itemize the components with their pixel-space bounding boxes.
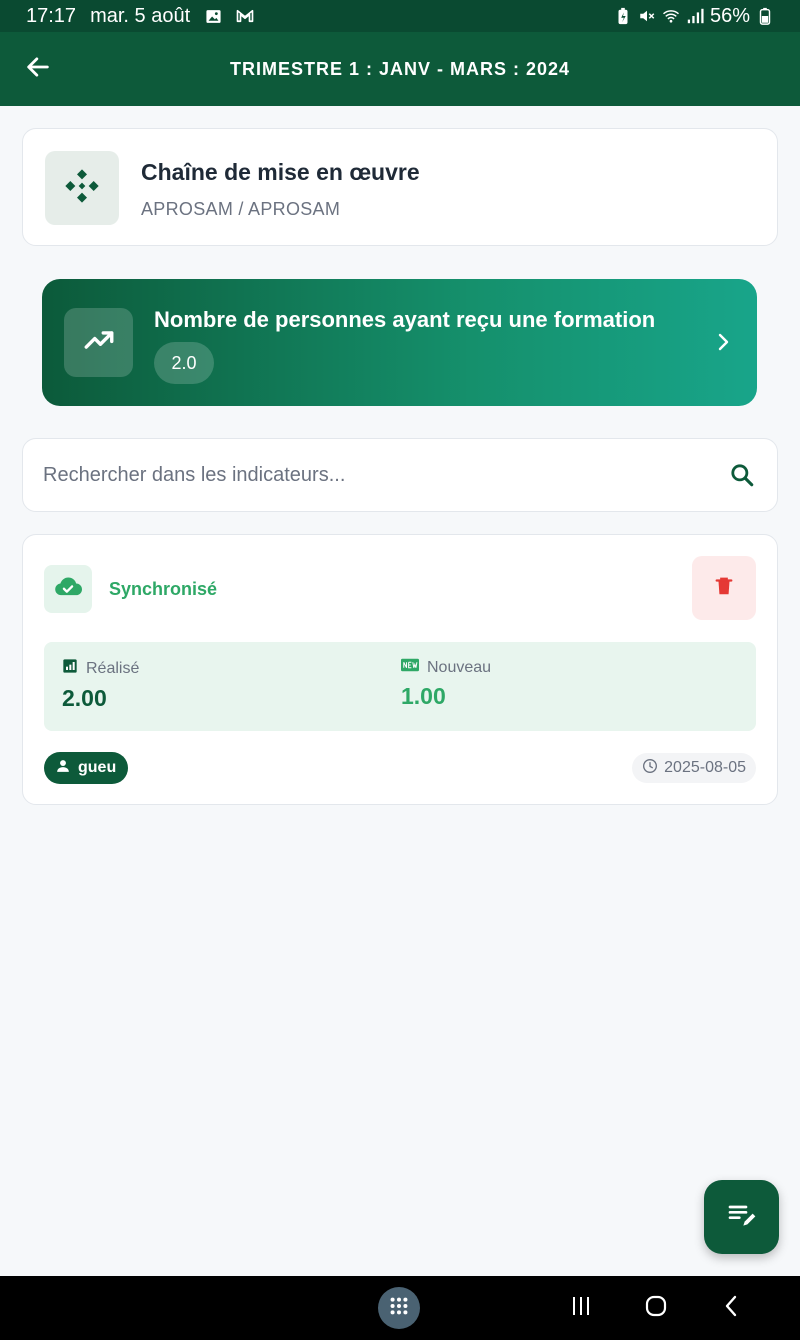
battery-percent: 56%: [709, 4, 750, 27]
chain-icon-container: [45, 151, 119, 225]
realise-label: Réalisé: [86, 659, 140, 677]
sync-status-label: Synchronisé: [109, 579, 218, 599]
arrow-left-icon: [24, 53, 52, 86]
bar-chart-icon: [62, 658, 78, 679]
stat-nouveau: Nouveau 1.00: [401, 658, 491, 710]
nouveau-value: 1.00: [401, 683, 446, 709]
nav-back-button[interactable]: [716, 1292, 748, 1324]
indicator-title: Nombre de personnes ayant reçu une forma…: [154, 307, 656, 332]
chain-card: Chaîne de mise en œuvre APROSAM / APROSA…: [22, 128, 778, 246]
chevron-right-icon: [711, 330, 735, 354]
indicator-value-badge: 2.0: [154, 342, 214, 384]
user-name: gueu: [78, 759, 117, 776]
status-date: mar. 5 août: [90, 4, 191, 27]
entry-date: 2025-08-05: [664, 759, 746, 776]
indicator-icon-container: [64, 308, 133, 377]
wifi-icon: [662, 7, 680, 25]
edit-list-icon: [726, 1199, 758, 1236]
person-icon: [56, 759, 70, 778]
date-chip: 2025-08-05: [632, 753, 756, 783]
clock-icon: [642, 758, 658, 779]
indicator-banner[interactable]: Nombre de personnes ayant reçu une forma…: [42, 279, 757, 406]
chain-title: Chaîne de mise en œuvre: [141, 159, 420, 185]
sync-status-icon-container: [44, 565, 92, 613]
app-bar: TRIMESTRE 1 : JANV - MARS : 2024: [0, 32, 800, 106]
home-button[interactable]: [640, 1292, 672, 1324]
battery-saver-icon: [614, 7, 632, 25]
cloud-check-icon: [54, 573, 82, 606]
stats-panel: Réalisé 2.00 Nouveau 1.00: [44, 642, 756, 731]
diamond-arrows-icon: [62, 166, 102, 211]
stat-realise: Réalisé 2.00: [62, 658, 139, 712]
search-icon[interactable]: [727, 460, 757, 490]
delete-button[interactable]: [692, 556, 756, 620]
chain-subtitle: APROSAM / APROSAM: [141, 199, 341, 219]
edit-fab-button[interactable]: [704, 1180, 779, 1254]
mute-icon: [638, 7, 656, 25]
recents-icon: [569, 1294, 593, 1323]
back-button[interactable]: [22, 53, 54, 85]
system-nav-bar: [0, 1276, 800, 1340]
home-icon: [644, 1294, 668, 1323]
status-bar: 17:17 mar. 5 août 56%: [0, 0, 800, 32]
nav-back-icon: [720, 1294, 744, 1323]
trash-icon: [713, 574, 735, 603]
entry-card[interactable]: Synchronisé Réalisé 2.00 Nouveau 1.00 gu…: [22, 534, 778, 805]
recents-button[interactable]: [565, 1292, 597, 1324]
signal-icon: [686, 7, 704, 25]
search-input[interactable]: [43, 463, 727, 487]
gmail-icon: [236, 7, 254, 25]
battery-icon: [756, 7, 774, 25]
search-bar: [22, 438, 778, 512]
image-icon: [204, 7, 222, 25]
status-time: 17:17: [26, 4, 77, 27]
new-badge-icon: [401, 658, 419, 677]
user-chip: gueu: [44, 752, 129, 784]
page-title: TRIMESTRE 1 : JANV - MARS : 2024: [229, 58, 571, 79]
apps-grid-icon: [388, 1295, 410, 1322]
trending-up-icon: [82, 323, 116, 362]
apps-button[interactable]: [378, 1287, 420, 1329]
realise-value: 2.00: [62, 685, 107, 711]
nouveau-label: Nouveau: [427, 658, 492, 676]
